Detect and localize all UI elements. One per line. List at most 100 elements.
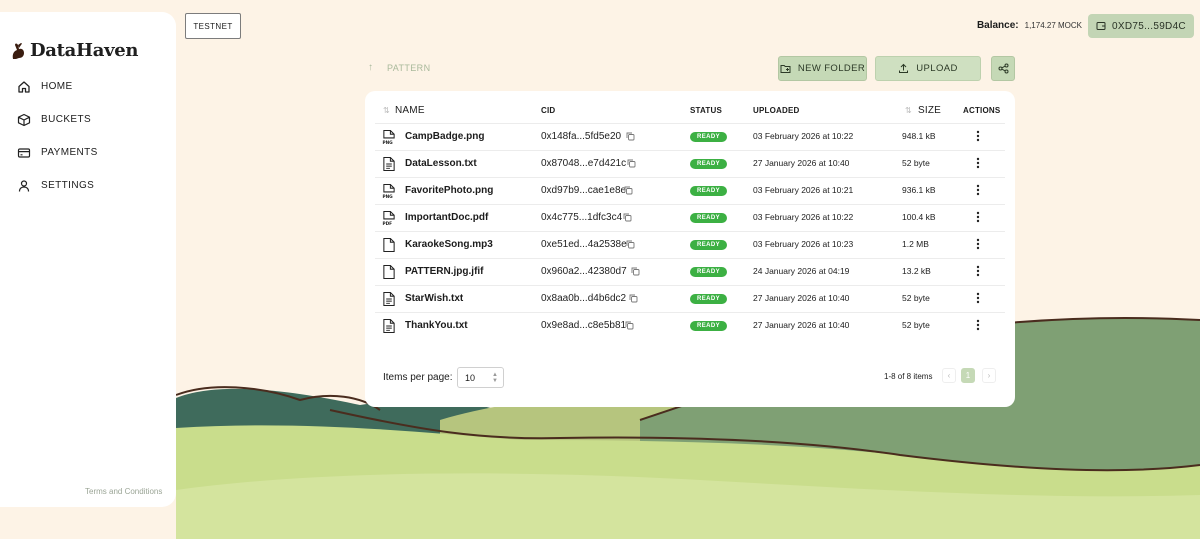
uploaded-date: 27 January 2026 at 10:40 [753, 158, 850, 168]
sidebar-nav: HOME BUCKETS PAYMENTS SETTINGS [0, 70, 176, 202]
file-name[interactable]: FavoritePhoto.png [405, 185, 493, 196]
uploaded-date: 03 February 2026 at 10:22 [753, 131, 854, 141]
file-table-panel: ⇅ NAME CID STATUS UPLOADED ⇅ SIZE ACTION… [365, 91, 1015, 407]
file-size: 100.4 kB [902, 212, 936, 222]
copy-icon[interactable] [629, 294, 638, 303]
items-per-page-select[interactable]: 10 ▲ ▼ [457, 367, 504, 388]
sidebar-item-label: SETTINGS [41, 180, 95, 191]
table-row[interactable]: PNG CampBadge.png 0x148fa...5fd5e20 READY 03… [375, 123, 1005, 150]
table-row[interactable]: PDF ImportantDoc.pdf 0x4c775...1dfc3c4 READ… [375, 204, 1005, 231]
upload-label: UPLOAD [916, 63, 958, 74]
arrow-up-icon[interactable]: ↑ [368, 62, 373, 73]
sidebar-item-label: PAYMENTS [41, 147, 98, 158]
next-page-button[interactable]: › [982, 368, 996, 383]
pdf-file-icon: PDF [382, 210, 395, 226]
table-row[interactable]: DataLesson.txt 0x87048...e7d421c READY 27 J… [375, 150, 1005, 177]
file-name[interactable]: KaraokeSong.mp3 [405, 239, 493, 250]
items-per-page-value: 10 [465, 373, 476, 383]
file-name[interactable]: PATTERN.jpg.jfif [405, 266, 484, 277]
sort-icon[interactable]: ⇅ [905, 106, 912, 115]
table-row[interactable]: PNG FavoritePhoto.png 0xd97b9...cae1e8e REA… [375, 177, 1005, 204]
balance-display: Balance: 1,174.27 MOCK [977, 20, 1082, 31]
col-size[interactable]: SIZE [918, 105, 941, 116]
upload-button[interactable]: UPLOAD [875, 56, 981, 81]
uploaded-date: 27 January 2026 at 10:40 [753, 320, 850, 330]
table-row[interactable]: KaraokeSong.mp3 0xe51ed...4a2538e READY 03 … [375, 231, 1005, 258]
file-name[interactable]: DataLesson.txt [405, 158, 477, 169]
network-badge[interactable]: TESTNET [185, 13, 241, 39]
file-size: 936.1 kB [902, 185, 936, 195]
uploaded-date: 27 January 2026 at 10:40 [753, 293, 850, 303]
table-row[interactable]: PATTERN.jpg.jfif 0x960a2...42380d7 READY 24… [375, 258, 1005, 285]
file-size: 52 byte [902, 293, 930, 303]
chevron-updown-icon: ▲ ▼ [492, 372, 498, 384]
table-row[interactable]: StarWish.txt 0x8aa0b...d4b6dc2 READY 27 Jan… [375, 285, 1005, 312]
file-cid: 0x4c775...1dfc3c4 [541, 212, 623, 223]
more-vertical-icon[interactable] [973, 290, 983, 306]
sidebar-item-payments[interactable]: PAYMENTS [0, 136, 176, 169]
home-icon [18, 80, 30, 93]
file-name[interactable]: CampBadge.png [405, 131, 484, 142]
col-cid: CID [541, 106, 556, 115]
more-vertical-icon[interactable] [973, 182, 983, 198]
more-vertical-icon[interactable] [973, 317, 983, 333]
file-cid: 0x9e8ad...c8e5b81 [541, 320, 627, 331]
status-badge: READY [690, 267, 728, 277]
file-size: 52 byte [902, 320, 930, 330]
card-icon [17, 147, 31, 158]
status-badge: READY [690, 294, 728, 304]
wallet-icon [1096, 22, 1106, 30]
more-vertical-icon[interactable] [973, 155, 983, 171]
pagination-bar: Items per page: 10 ▲ ▼ 1-8 of 8 items ‹ 1… [383, 367, 998, 389]
table-row[interactable]: ThankYou.txt 0x9e8ad...c8e5b81 READY 27 Jan… [375, 312, 1005, 339]
col-name[interactable]: NAME [395, 105, 425, 116]
uploaded-date: 03 February 2026 at 10:21 [753, 185, 854, 195]
col-status: STATUS [690, 106, 723, 115]
items-per-page-label: Items per page: [383, 372, 453, 383]
txt-file-icon [383, 318, 395, 334]
copy-icon[interactable] [625, 321, 634, 330]
more-vertical-icon[interactable] [973, 236, 983, 252]
png-file-icon: PNG [382, 183, 395, 199]
balance-label: Balance: [976, 20, 1019, 31]
new-folder-label: NEW FOLDER [797, 63, 866, 74]
new-folder-button[interactable]: NEW FOLDER [778, 56, 867, 81]
copy-icon[interactable] [626, 132, 635, 141]
folder-plus-icon [780, 65, 791, 73]
sidebar-item-settings[interactable]: SETTINGS [0, 169, 176, 202]
file-cid: 0xd97b9...cae1e8e [541, 185, 627, 196]
status-badge: READY [690, 186, 728, 196]
more-vertical-icon[interactable] [973, 209, 983, 225]
file-size: 948.1 kB [902, 131, 936, 141]
prev-page-button[interactable]: ‹ [942, 368, 956, 383]
more-vertical-icon[interactable] [973, 128, 983, 144]
sidebar-item-buckets[interactable]: BUCKETS [0, 103, 176, 136]
copy-icon[interactable] [631, 267, 640, 276]
sort-icon[interactable]: ⇅ [383, 106, 390, 115]
status-badge: READY [690, 132, 728, 142]
copy-icon[interactable] [626, 240, 635, 249]
copy-icon[interactable] [624, 186, 633, 195]
file-name[interactable]: ImportantDoc.pdf [405, 212, 488, 223]
terms-link[interactable]: Terms and Conditions [85, 487, 162, 496]
page-button-current[interactable]: 1 [961, 368, 975, 383]
sidebar-item-label: BUCKETS [41, 114, 92, 125]
status-badge: READY [690, 213, 728, 223]
copy-icon[interactable] [627, 159, 636, 168]
file-cid: 0x8aa0b...d4b6dc2 [541, 293, 627, 304]
sidebar-item-label: HOME [41, 81, 73, 92]
breadcrumb-current[interactable]: PATTERN [387, 63, 430, 73]
balance-value: 1,174.27 MOCK [1024, 21, 1082, 30]
table-body: PNG CampBadge.png 0x148fa...5fd5e20 READY 03… [365, 123, 1015, 339]
pagination-range: 1-8 of 8 items [884, 372, 933, 381]
sidebar-item-home[interactable]: HOME [0, 70, 176, 103]
share-button[interactable] [991, 56, 1015, 81]
wallet-button[interactable]: 0XD75...59D4C [1088, 14, 1194, 38]
breadcrumb: ↑ PATTERN [368, 62, 430, 73]
uploaded-date: 24 January 2026 at 04:19 [753, 266, 850, 276]
brand-logo[interactable]: DataHaven [10, 40, 139, 61]
copy-icon[interactable] [623, 213, 632, 222]
more-vertical-icon[interactable] [973, 263, 983, 279]
file-name[interactable]: StarWish.txt [405, 293, 463, 304]
file-name[interactable]: ThankYou.txt [405, 320, 468, 331]
